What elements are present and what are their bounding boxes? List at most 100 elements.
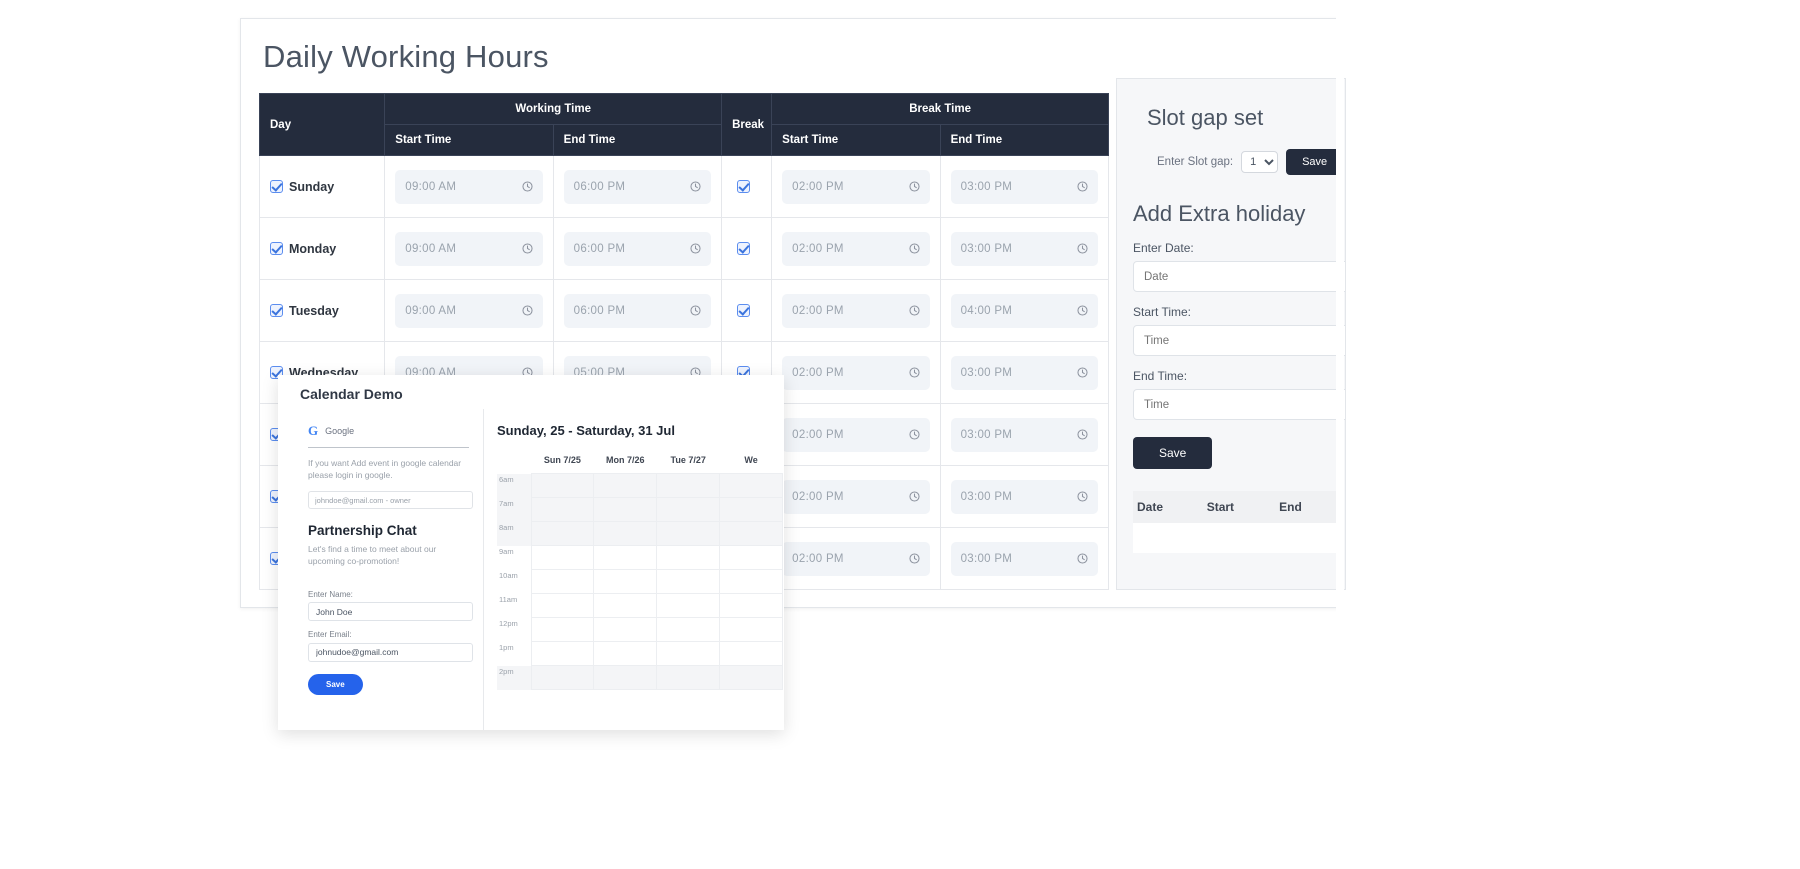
week-grid-slot[interactable] — [530, 641, 595, 666]
day-enabled-checkbox[interactable] — [270, 179, 283, 193]
break-start-cell: 02:00 PM — [771, 465, 941, 528]
break-enabled-checkbox[interactable] — [737, 303, 751, 317]
break-start-time-input-value: 02:00 PM — [792, 490, 844, 503]
week-grid-slot[interactable] — [593, 617, 658, 642]
break-end-time-input[interactable]: 03:00 PM — [950, 417, 1098, 452]
break-end-time-input[interactable]: 04:00 PM — [950, 293, 1098, 328]
slot-gap-label: Enter Slot gap: — [1157, 156, 1234, 168]
slot-gap-save-button[interactable]: Save — [1286, 149, 1344, 175]
week-grid-slot[interactable] — [593, 665, 658, 690]
clock-icon — [909, 243, 920, 254]
holiday-start-time-input[interactable] — [1133, 325, 1345, 356]
week-grid-slot[interactable] — [593, 641, 658, 666]
holiday-end-time-input[interactable] — [1133, 389, 1345, 420]
week-grid-slot[interactable] — [719, 665, 783, 690]
table-group-header-row: Day Working Time Break Break Time — [258, 93, 1109, 156]
week-grid-time-label: 1pm — [497, 641, 531, 666]
week-grid-day-header-3[interactable]: We — [720, 454, 783, 474]
week-grid-slot[interactable] — [656, 497, 721, 522]
week-grid-slot[interactable] — [530, 617, 595, 642]
week-grid-slot[interactable] — [530, 497, 595, 522]
break-start-time-input[interactable]: 02:00 PM — [782, 231, 930, 266]
break-end-time-input[interactable]: 03:00 PM — [950, 231, 1098, 266]
week-grid-slot[interactable] — [719, 593, 783, 618]
break-end-time-input[interactable]: 03:00 PM — [950, 355, 1098, 390]
break-end-time-input-value: 03:00 PM — [960, 552, 1013, 565]
week-grid-slot[interactable] — [719, 497, 783, 522]
break-end-time-input[interactable]: 03:00 PM — [950, 479, 1098, 514]
week-grid-slot[interactable] — [656, 641, 721, 666]
break-start-time-input[interactable]: 02:00 PM — [782, 169, 930, 204]
clock-icon — [1077, 429, 1088, 440]
week-grid-slot[interactable] — [530, 521, 595, 546]
week-grid-slot[interactable] — [593, 545, 658, 570]
break-start-time-input[interactable]: 02:00 PM — [782, 293, 930, 328]
break-end-time-input[interactable]: 03:00 PM — [950, 541, 1098, 576]
clock-icon — [522, 305, 533, 316]
week-grid-slot[interactable] — [593, 593, 658, 618]
break-start-cell: 02:00 PM — [771, 155, 941, 218]
week-grid-slot[interactable] — [593, 497, 658, 522]
work-start-time-input[interactable]: 09:00 AM — [395, 169, 543, 204]
google-login-row[interactable]: G Google — [308, 423, 469, 448]
week-grid-slot[interactable] — [719, 617, 783, 642]
week-grid-slot[interactable] — [719, 521, 783, 546]
holiday-date-input[interactable] — [1133, 261, 1345, 292]
week-grid-slot[interactable] — [656, 521, 721, 546]
enter-name-input[interactable] — [308, 602, 473, 622]
week-grid-day-header-0[interactable]: Sun 7/25 — [531, 454, 594, 474]
week-grid-row: 6am — [497, 473, 783, 498]
break-start-time-input[interactable]: 02:00 PM — [782, 541, 930, 576]
header-work-end: End Time — [552, 124, 723, 156]
week-grid-slot[interactable] — [656, 617, 721, 642]
week-grid-slot[interactable] — [656, 593, 721, 618]
work-end-time-input[interactable]: 06:00 PM — [563, 293, 712, 328]
google-label: Google — [325, 426, 355, 436]
slot-gap-heading: Slot gap set — [1147, 105, 1264, 130]
enter-email-input[interactable] — [308, 642, 473, 662]
work-start-time-input[interactable]: 09:00 AM — [395, 293, 543, 328]
week-grid-slot[interactable] — [719, 473, 783, 498]
day-enabled-checkbox[interactable] — [270, 303, 283, 317]
work-start-time-input-value: 09:00 AM — [405, 180, 457, 193]
week-grid-slot[interactable] — [656, 665, 721, 690]
break-start-time-input[interactable]: 02:00 PM — [782, 479, 930, 514]
week-grid-slot[interactable] — [530, 545, 595, 570]
holiday-save-button[interactable]: Save — [1133, 437, 1213, 469]
week-grid-day-header-2[interactable]: Tue 7/27 — [657, 454, 720, 474]
google-account-input[interactable] — [308, 491, 473, 510]
week-grid-slot[interactable] — [530, 473, 595, 498]
week-grid-slot[interactable] — [656, 473, 721, 498]
calendar-demo-save-button[interactable]: Save — [308, 673, 363, 695]
week-grid-slot[interactable] — [719, 545, 783, 570]
week-grid-slot[interactable] — [530, 569, 595, 594]
clock-icon — [909, 553, 920, 564]
week-grid-slot[interactable] — [593, 569, 658, 594]
week-grid-slot[interactable] — [719, 641, 783, 666]
break-start-time-input[interactable]: 02:00 PM — [782, 355, 930, 390]
week-grid-slot[interactable] — [530, 593, 595, 618]
slot-gap-select[interactable]: 12345 — [1241, 151, 1279, 173]
break-end-time-input[interactable]: 03:00 PM — [950, 169, 1098, 204]
day-enabled-checkbox[interactable] — [270, 241, 283, 255]
work-end-time-input[interactable]: 06:00 PM — [563, 169, 712, 204]
break-enabled-checkbox[interactable] — [737, 179, 751, 193]
break-end-cell: 03:00 PM — [939, 403, 1110, 466]
clock-icon — [1077, 243, 1088, 254]
break-start-time-input[interactable]: 02:00 PM — [782, 417, 930, 452]
break-start-cell: 02:00 PM — [771, 527, 941, 590]
enter-email-label: Enter Email: — [308, 630, 352, 640]
clock-icon — [1077, 305, 1088, 316]
break-enabled-checkbox[interactable] — [737, 241, 751, 255]
week-grid-slot[interactable] — [593, 521, 658, 546]
work-start-time-input[interactable]: 09:00 AM — [395, 231, 543, 266]
week-grid-slot[interactable] — [656, 545, 721, 570]
week-grid-slot[interactable] — [656, 569, 721, 594]
work-end-time-input[interactable]: 06:00 PM — [563, 231, 712, 266]
break-end-time-input-value: 03:00 PM — [960, 366, 1013, 379]
week-grid-slot[interactable] — [530, 665, 595, 690]
week-grid-slot[interactable] — [719, 569, 783, 594]
week-grid-day-header-1[interactable]: Mon 7/26 — [594, 454, 657, 474]
week-grid-row: 11am — [497, 593, 783, 618]
week-grid-slot[interactable] — [593, 473, 658, 498]
